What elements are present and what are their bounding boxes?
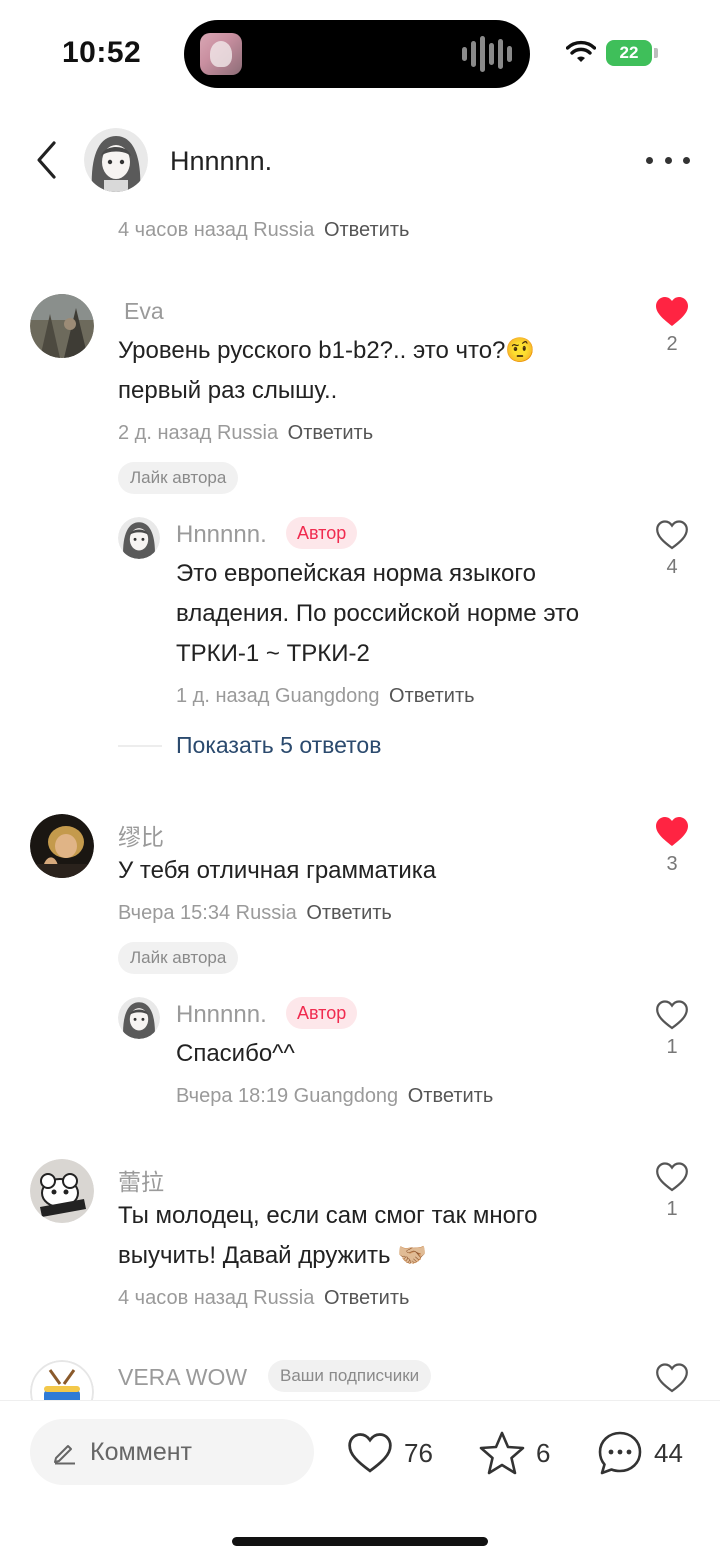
comment-text: Это европейская норма языкого владения. …: [176, 560, 580, 667]
bottom-action-bar: Коммент 76 6 44: [0, 1400, 720, 1561]
reply-button[interactable]: Ответить: [408, 1085, 494, 1107]
avatar[interactable]: [30, 1360, 94, 1400]
battery-icon: 22: [606, 40, 658, 66]
replies-divider: [118, 745, 162, 747]
like-button[interactable]: 1: [652, 1161, 692, 1221]
follower-badge: Ваши подписчики: [268, 1360, 432, 1392]
comment-time: 1 д. назад: [176, 685, 270, 707]
like-button[interactable]: 1: [652, 999, 692, 1059]
comment-location: Guangdong: [274, 685, 380, 707]
like-button[interactable]: [652, 1362, 692, 1399]
comment-time: Вчера 15:34: [118, 902, 231, 924]
author-liked-tag: Лайк автора: [118, 462, 239, 494]
comment-meta: 4 часов назад Russia Ответить: [118, 1287, 409, 1310]
commenter-name[interactable]: Eva: [124, 298, 164, 325]
comment-location: Russia: [253, 219, 315, 241]
comment-location: Russia: [235, 902, 297, 924]
like-count: 1: [666, 1198, 678, 1220]
avatar[interactable]: [30, 814, 94, 878]
reply-button[interactable]: Ответить: [306, 902, 392, 924]
comment-location: Russia: [216, 422, 279, 444]
comment-time: 4 часов назад: [118, 219, 248, 241]
comment-text: Уровень русского b1-b2?.. это что?🤨 перв…: [118, 337, 536, 404]
comment-count: 44: [654, 1437, 683, 1468]
comment-time: 2 д. назад: [118, 422, 212, 444]
comment-meta: 1 д. назад Guangdong Ответить: [176, 685, 475, 708]
commenter-name[interactable]: VERA WOW: [118, 1364, 247, 1391]
home-indicator[interactable]: [232, 1537, 488, 1546]
comment-meta: 2 д. назад Russia Ответить: [118, 422, 373, 445]
wifi-icon: [566, 40, 596, 62]
heart-outline-icon: [656, 1363, 688, 1393]
heart-filled-icon: [656, 817, 688, 846]
post-header: Hnnnnn.: [0, 118, 720, 204]
pencil-icon: [54, 1445, 75, 1465]
avatar[interactable]: [30, 294, 94, 358]
author-liked-tag: Лайк автора: [118, 942, 239, 974]
heart-outline-icon: [656, 1000, 688, 1030]
comment-text: Ты молодец, если сам смог так много выуч…: [118, 1202, 538, 1269]
heart-filled-icon: [656, 297, 688, 326]
comment-meta: Вчера 18:19 Guangdong Ответить: [176, 1085, 493, 1108]
commenter-name[interactable]: 蕾拉: [118, 1163, 164, 1197]
comment-location: Russia: [253, 1287, 315, 1309]
star-outline-icon: [479, 1431, 525, 1475]
favorite-count: 6: [536, 1437, 551, 1468]
like-count: 2: [666, 333, 678, 355]
comment-location: Guangdong: [293, 1085, 399, 1107]
status-bar: 10:52 22: [0, 0, 720, 110]
commenter-name[interactable]: Hnnnnn.: [176, 1001, 267, 1029]
avatar[interactable]: [30, 1159, 94, 1223]
commenter-name[interactable]: Hnnnnn.: [176, 521, 267, 549]
comment-input[interactable]: Коммент: [30, 1419, 314, 1485]
comment-meta: 4 часов назад Russia Ответить: [118, 219, 409, 242]
avatar[interactable]: [118, 517, 160, 559]
header-username[interactable]: Hnnnnn.: [170, 146, 272, 177]
reply-button[interactable]: Ответить: [324, 219, 410, 241]
favorite-button[interactable]: 6: [478, 1427, 550, 1479]
back-button[interactable]: [28, 138, 64, 182]
like-count: 3: [666, 853, 678, 875]
dynamic-island[interactable]: [184, 20, 530, 88]
like-count: 1: [666, 1036, 678, 1058]
status-time: 10:52: [62, 36, 142, 69]
reply-button[interactable]: Ответить: [389, 685, 475, 707]
reply-button[interactable]: Ответить: [288, 422, 374, 444]
like-button[interactable]: 4: [652, 519, 692, 579]
show-replies-button[interactable]: Показать 5 ответов: [176, 732, 381, 759]
reply-button[interactable]: Ответить: [324, 1287, 410, 1309]
now-playing-thumbnail: [200, 33, 242, 75]
comment-time: 4 часов назад: [118, 1287, 248, 1309]
comment-meta: Вчера 15:34 Russia Ответить: [118, 902, 392, 925]
author-badge: Автор: [286, 517, 358, 549]
like-button[interactable]: 3: [652, 816, 692, 876]
comments-button[interactable]: 44: [596, 1427, 683, 1479]
comment-placeholder: Коммент: [90, 1437, 193, 1466]
like-count: 4: [666, 556, 678, 578]
more-dot: [664, 156, 672, 164]
battery-level: 22: [619, 43, 639, 62]
avatar[interactable]: [84, 128, 148, 192]
post-like-count: 76: [404, 1437, 433, 1468]
like-post-button[interactable]: 76: [346, 1427, 433, 1479]
avatar[interactable]: [118, 997, 160, 1039]
comment-bubble-icon: [598, 1431, 642, 1475]
heart-outline-icon: [656, 520, 688, 550]
comments-list[interactable]: 4 часов назад Russia Ответить Eva Уровен…: [0, 204, 720, 1400]
audio-wave-icon: [462, 36, 512, 72]
comment-text: Спасибо^^: [176, 1040, 295, 1067]
more-dot: [646, 156, 653, 164]
more-options-button[interactable]: [646, 148, 690, 172]
chevron-left-icon: [37, 141, 56, 179]
comment-time: Вчера 18:19: [176, 1085, 289, 1107]
heart-outline-icon: [348, 1433, 392, 1473]
author-badge: Автор: [286, 997, 358, 1029]
like-button[interactable]: 2: [652, 296, 692, 356]
heart-outline-icon: [656, 1162, 688, 1192]
comment-text: У тебя отличная грамматика: [118, 857, 437, 884]
more-dot: [683, 156, 690, 164]
commenter-name[interactable]: 缪比: [118, 818, 164, 852]
